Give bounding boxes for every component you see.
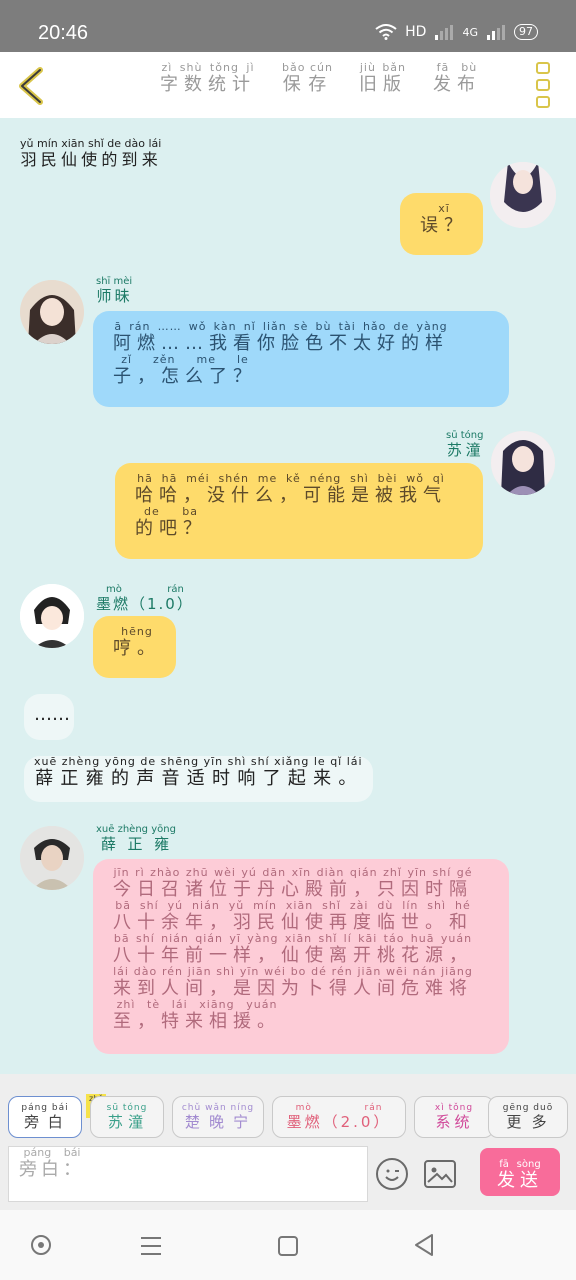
message-bubble[interactable]: 阿燃……我看你脸色不太好的样ā rán …… wǒ kàn nǐ liǎn sè… <box>93 311 509 407</box>
composer-toolbar: 旁白páng bái 主zhǔ 苏潼sū tóng 楚晚宁chǔ wǎn nín… <box>0 1074 576 1210</box>
character-avatar-icon <box>490 162 556 228</box>
menu-dot-icon <box>536 62 550 74</box>
image-button[interactable] <box>424 1160 456 1188</box>
chat-area[interactable]: 羽民仙使的到来yǔ mín xiān shǐ de dào lái 误？xī 师… <box>0 118 576 1074</box>
save-link[interactable]: 保存bǎo cún <box>282 61 333 96</box>
assistant-icon[interactable] <box>30 1234 52 1256</box>
avatar-su-tong[interactable] <box>491 431 555 495</box>
role-tab-mo-ran[interactable]: 墨燃（2.0）mò rán <box>272 1096 406 1138</box>
narration-bubble[interactable]: 薛正雍的声音适时响了起来。xuē zhèng yōng de shēng yīn… <box>24 755 373 802</box>
menu-dot-icon <box>536 79 550 91</box>
chapter-title: 羽民仙使的到来yǔ mín xiān shǐ de dào lái <box>20 137 162 169</box>
avatar-xue-zheng-yong[interactable] <box>20 826 84 890</box>
publish-link[interactable]: 发布fā bù <box>433 61 481 96</box>
smiley-icon <box>385 1169 399 1181</box>
back-triangle-icon[interactable] <box>412 1233 436 1257</box>
old-version-link[interactable]: 旧版jiù bǎn <box>359 61 407 96</box>
message-bubble[interactable]: 哼。hēng <box>93 616 176 678</box>
speaker-name: 苏潼sū tóng <box>446 430 484 459</box>
send-button[interactable]: 发送fā sòng <box>480 1148 560 1196</box>
message-input[interactable]: 旁白：páng bái <box>8 1146 368 1202</box>
header: 字数统计zì shù tǒng jì 保存bǎo cún 旧版jiù bǎn 发… <box>0 52 576 118</box>
character-avatar-icon <box>20 826 84 890</box>
character-avatar-icon <box>20 584 84 648</box>
signal-label: 4G <box>462 25 478 39</box>
more-roles-button[interactable]: 更多gēng duō <box>488 1096 568 1138</box>
status-bar: 20:46 HD 4G 97 <box>0 0 576 52</box>
speaker-name: 墨燃（1.0）mò rán <box>96 584 194 613</box>
avatar-su-tong-top[interactable] <box>490 162 556 228</box>
speaker-name: 师昧shī mèi <box>96 276 133 305</box>
message-bubble[interactable]: 今日召诸位于丹心殿前，只因时隔jīn rì zhào zhū wèi yú dā… <box>93 859 509 1054</box>
word-count-link[interactable]: 字数统计zì shù tǒng jì <box>160 61 256 96</box>
battery-indicator: 97 <box>514 24 538 40</box>
message-bubble[interactable]: 误？xī <box>400 193 483 255</box>
character-avatar-icon <box>20 280 84 344</box>
narration-bubble[interactable]: …… <box>24 694 74 740</box>
home-square-icon[interactable] <box>277 1235 299 1257</box>
back-button[interactable] <box>12 64 52 108</box>
emoji-button[interactable] <box>376 1158 408 1190</box>
avatar-mo-ran[interactable] <box>20 584 84 648</box>
header-links: 字数统计zì shù tǒng jì 保存bǎo cún 旧版jiù bǎn 发… <box>160 61 481 96</box>
wifi-icon <box>375 24 397 40</box>
role-tab-chu-wan-ning[interactable]: 楚晚宁chǔ wǎn níng <box>172 1096 264 1138</box>
network-label: HD <box>405 24 427 40</box>
role-tab-su-tong[interactable]: 苏潼sū tóng <box>90 1096 164 1138</box>
speaker-name: 薛正雍xuē zhèng yōng <box>96 824 176 853</box>
signal-icon <box>435 25 454 40</box>
image-icon <box>427 1167 453 1183</box>
avatar-shi-mei[interactable] <box>20 280 84 344</box>
status-icons: HD 4G 97 <box>375 24 538 40</box>
system-nav-bar <box>0 1210 576 1280</box>
status-time: 20:46 <box>38 22 89 44</box>
menu-dot-icon <box>536 96 550 108</box>
role-tab-narrator[interactable]: 旁白páng bái <box>8 1096 82 1138</box>
character-avatar-icon <box>491 431 555 495</box>
menu-button[interactable] <box>536 62 554 108</box>
chevron-left-icon <box>19 67 43 105</box>
role-tab-system[interactable]: 系统xì tǒng <box>414 1096 494 1138</box>
message-bubble[interactable]: 哈哈，没什么，可能是被我气hā hā méi shén me kě néng s… <box>115 463 483 559</box>
signal2-icon <box>487 25 505 40</box>
menu-lines-icon[interactable] <box>140 1236 162 1256</box>
